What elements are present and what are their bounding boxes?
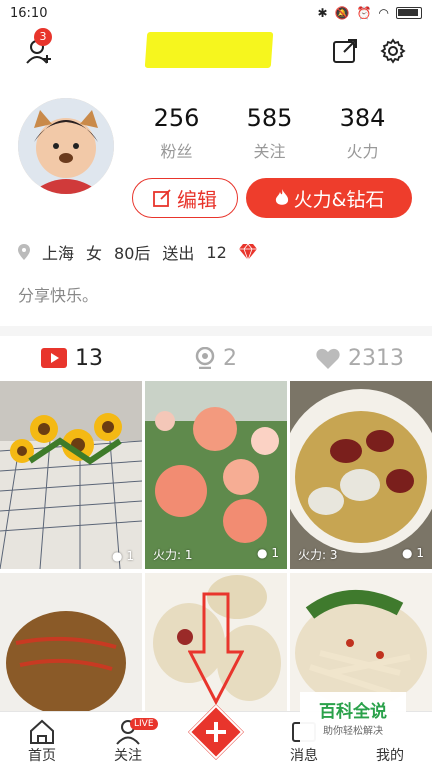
profile-section: 256 粉丝 585 关注 384 火力 编辑 火力&钻石 — [0, 92, 432, 222]
stat-following[interactable]: 585 关注 — [223, 104, 316, 162]
edit-label: 编辑 — [177, 187, 217, 212]
home-icon — [30, 719, 54, 744]
post-meta: 火力: 3 ● 1 — [298, 546, 424, 563]
stat-fans[interactable]: 256 粉丝 — [130, 104, 223, 162]
tab-count: 13 — [75, 345, 103, 371]
comment-icon: ● — [257, 546, 268, 560]
gender-text: 女 — [86, 244, 103, 263]
edit-icon — [153, 189, 171, 207]
flower-photo — [145, 381, 287, 569]
tab-videos[interactable]: 13 — [0, 336, 144, 380]
tab-follow[interactable]: LIVE 关注 — [98, 712, 158, 768]
tab-messages-label: 消息 — [290, 748, 318, 764]
fire-diamond-button[interactable]: 火力&钻石 — [246, 178, 412, 218]
info-row: 上海 女 80后 送出 12 — [18, 240, 257, 264]
edit-profile-button[interactable]: 编辑 — [132, 178, 238, 218]
share-icon[interactable] — [332, 38, 358, 64]
age-text: 80后 — [114, 244, 151, 263]
username-redaction — [144, 32, 274, 68]
avatar[interactable] — [18, 98, 114, 194]
mute-icon: 🔕 — [334, 6, 350, 20]
comment-icon: ● — [402, 546, 413, 560]
post-fire: 火力: 1 — [153, 548, 193, 562]
post-thumbnail[interactable]: 火力: 1 ● 1 — [145, 381, 287, 569]
notification-badge: 3 — [34, 28, 52, 46]
post-thumbnail[interactable] — [0, 573, 142, 711]
stat-value: 256 — [153, 104, 200, 132]
tab-home[interactable]: 首页 — [12, 712, 72, 768]
header: 3 — [0, 28, 432, 74]
live-badge: LIVE — [130, 718, 158, 730]
watermark-subtitle: 助你轻松解决 — [323, 726, 383, 737]
post-comments: ● 1 — [257, 546, 279, 560]
post-meta: 火力: 1 ● 1 — [153, 546, 279, 563]
post-comments: ● 1 — [402, 546, 424, 560]
post-thumbnail[interactable]: ● 1 — [0, 381, 142, 569]
noodle-salad-photo — [290, 573, 432, 711]
post-thumbnail[interactable]: 火力: 3 ● 1 — [290, 381, 432, 569]
bio-text: 分享快乐。 — [18, 286, 99, 305]
diamond-icon[interactable] — [238, 244, 257, 260]
tab-count: 2313 — [348, 345, 404, 371]
stat-value: 585 — [246, 104, 293, 132]
post-meta: ● 1 — [8, 549, 134, 563]
gift-label: 送出 — [162, 244, 195, 263]
location-text: 上海 — [42, 244, 75, 263]
status-icons: ✱ 🔕 ⏰ ◠ — [318, 6, 422, 20]
fire-diamond-label: 火力&钻石 — [293, 188, 385, 211]
soup-photo — [290, 381, 432, 569]
status-bar: 16:10 ✱ 🔕 ⏰ ◠ — [0, 0, 432, 26]
stat-label: 火力 — [346, 142, 379, 161]
section-divider — [0, 326, 432, 336]
stats-row: 256 粉丝 585 关注 384 火力 — [130, 104, 410, 162]
video-icon — [41, 348, 67, 368]
wifi-icon: ◠ — [378, 6, 389, 20]
tab-count: 2 — [223, 345, 237, 371]
sunflower-photo — [0, 381, 142, 569]
down-arrow-annotation — [188, 592, 244, 704]
settings-gear-icon[interactable] — [380, 38, 406, 64]
watermark-title: 百科全说 — [319, 702, 387, 722]
gift-count: 12 — [206, 242, 227, 262]
content-tabs: 13 2 2313 — [0, 336, 432, 380]
tab-home-label: 首页 — [28, 748, 56, 764]
tab-follow-label: 关注 — [114, 748, 142, 764]
battery-icon — [396, 7, 422, 19]
post-comments: ● 1 — [112, 549, 134, 563]
webcam-icon — [195, 347, 215, 369]
bluetooth-icon: ✱ — [317, 6, 328, 20]
location-pin-icon — [18, 244, 30, 260]
stat-label: 关注 — [253, 142, 286, 161]
tab-live[interactable]: 2 — [144, 336, 288, 380]
alarm-icon: ⏰ — [356, 6, 372, 20]
status-time: 16:10 — [10, 5, 48, 21]
heart-icon — [316, 348, 340, 369]
stat-fire[interactable]: 384 火力 — [316, 104, 409, 162]
comment-icon: ● — [112, 549, 123, 563]
post-thumbnail[interactable] — [290, 573, 432, 711]
stat-value: 384 — [339, 104, 386, 132]
tab-likes[interactable]: 2313 — [288, 336, 432, 380]
post-fire: 火力: 3 — [298, 548, 338, 562]
tab-mine-label: 我的 — [376, 748, 404, 764]
watermark-logo: 百科全说 助你轻松解决 — [300, 692, 406, 742]
stat-label: 粉丝 — [160, 142, 193, 161]
fried-food-photo — [0, 573, 142, 711]
publish-plus-button[interactable] — [184, 700, 248, 764]
flame-icon — [275, 189, 288, 205]
